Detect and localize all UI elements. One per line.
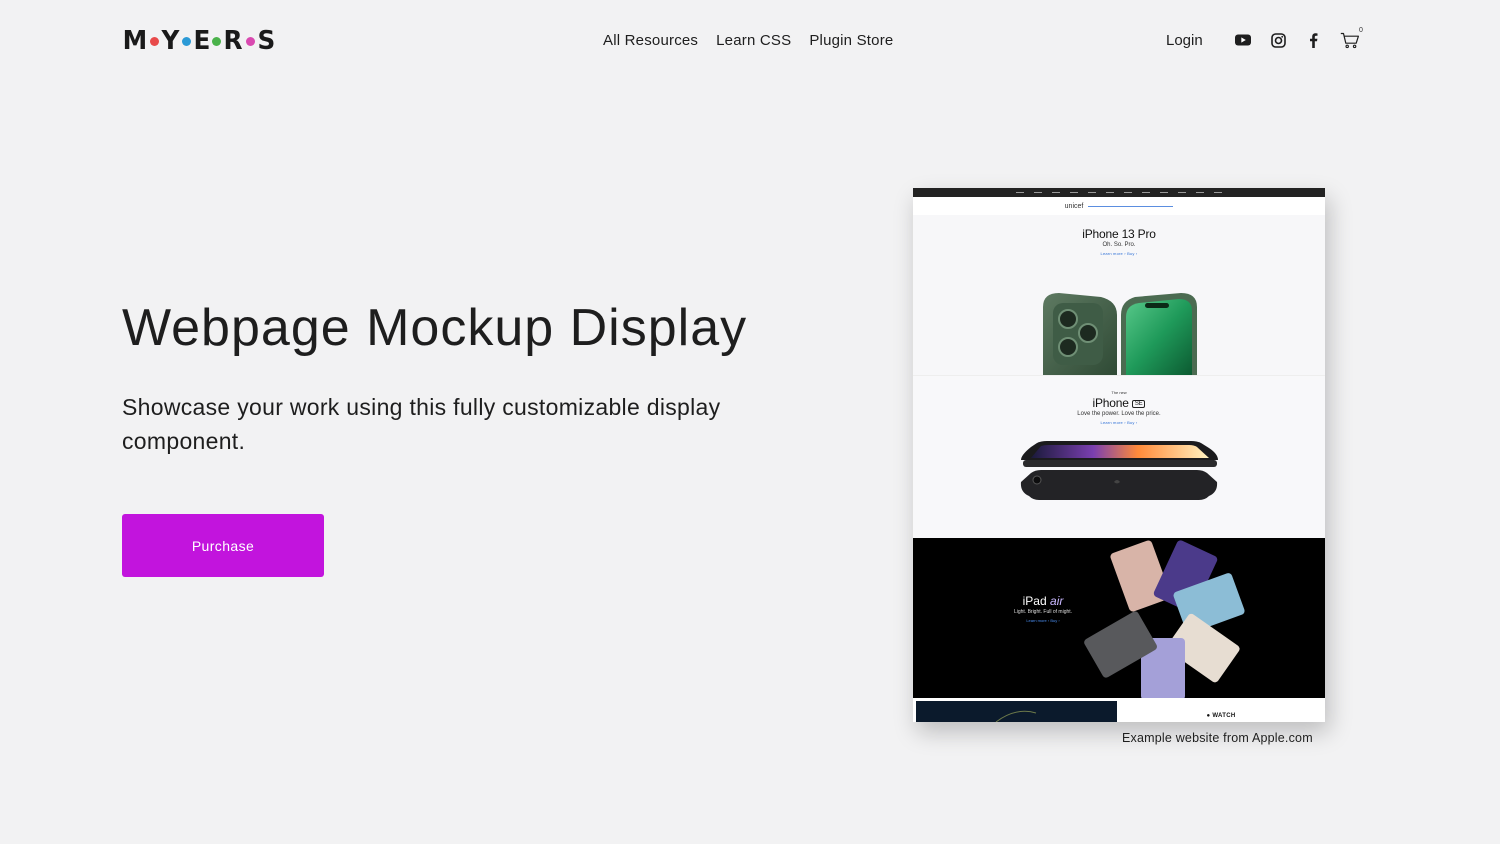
mockup-section-ipadair: iPad air Light. Bright. Full of might. L… bbox=[913, 538, 1325, 698]
logo-dot bbox=[181, 36, 191, 46]
cart-icon[interactable] bbox=[1339, 31, 1361, 49]
mockup-banner: unicef bbox=[913, 197, 1325, 215]
mockup-section-dark-tile bbox=[916, 701, 1117, 722]
youtube-icon[interactable] bbox=[1234, 31, 1252, 49]
logo-letter: M bbox=[122, 26, 148, 56]
logo-dot bbox=[212, 36, 222, 46]
instagram-icon[interactable] bbox=[1269, 31, 1287, 49]
logo-letter: E bbox=[193, 26, 211, 56]
mockup-section-watch: ● WATCH bbox=[1117, 701, 1325, 722]
iphone13-image bbox=[1043, 293, 1197, 375]
unicef-logo: unicef bbox=[1064, 202, 1084, 210]
mockup-caption: Example website from Apple.com bbox=[1122, 731, 1313, 745]
logo-dot bbox=[245, 36, 255, 46]
purchase-button[interactable]: Purchase bbox=[122, 514, 324, 577]
webpage-mockup: unicef iPhone 13 Pro Oh. So. Pro. Learn … bbox=[913, 188, 1325, 722]
login-link[interactable]: Login bbox=[1166, 32, 1203, 49]
mockup-watch-title: WATCH bbox=[1212, 713, 1236, 719]
ipad-image bbox=[1084, 540, 1245, 698]
logo-letter: R bbox=[223, 26, 243, 56]
facebook-icon[interactable] bbox=[1304, 31, 1322, 49]
mockup-section-iphonese: The new iPhone SE Love the power. Love t… bbox=[913, 375, 1325, 538]
logo-letter: S bbox=[256, 26, 275, 56]
hero-subtitle: Showcase your work using this fully cust… bbox=[122, 394, 721, 454]
logo-letter: Y bbox=[161, 26, 180, 56]
cart-count-badge: 0 bbox=[1359, 27, 1363, 34]
apple-logo-icon: ● bbox=[1206, 713, 1211, 719]
mockup-navbar bbox=[913, 188, 1325, 197]
nav-plugin-store[interactable]: Plugin Store bbox=[809, 32, 893, 49]
main-nav: All Resources Learn CSS Plugin Store bbox=[603, 32, 893, 49]
page-title: Webpage Mockup Display bbox=[122, 299, 748, 357]
nav-learn-css[interactable]: Learn CSS bbox=[716, 32, 791, 49]
mockup-section-iphone13pro: iPhone 13 Pro Oh. So. Pro. Learn more › … bbox=[913, 215, 1325, 375]
iphonese-image bbox=[1020, 441, 1218, 500]
nav-all-resources[interactable]: All Resources bbox=[603, 32, 698, 49]
site-logo[interactable]: M Y E R S bbox=[122, 28, 275, 54]
logo-dot bbox=[149, 36, 159, 46]
